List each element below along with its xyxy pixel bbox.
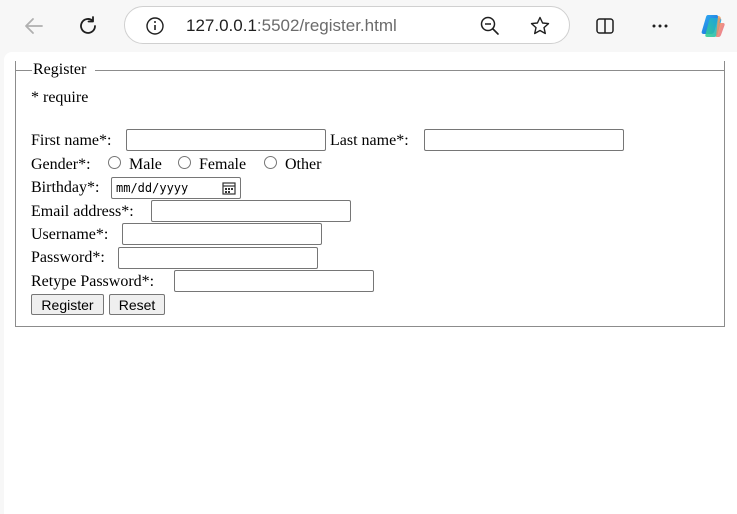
register-button[interactable]: Register	[31, 294, 104, 315]
gender-other-label: Other	[285, 156, 322, 173]
username-input[interactable]	[122, 223, 322, 245]
last-name-label: Last name*:	[330, 132, 409, 149]
email-input[interactable]	[151, 200, 351, 222]
gender-male-label: Male	[129, 156, 162, 173]
back-arrow-icon[interactable]	[18, 10, 50, 42]
email-label: Email address*:	[31, 203, 134, 220]
gender-other-radio[interactable]	[264, 156, 277, 169]
require-note: * require	[31, 89, 89, 106]
refresh-icon[interactable]	[72, 10, 104, 42]
address-bar[interactable]: 127.0.0.1:5502/register.html	[124, 6, 570, 44]
copilot-icon[interactable]	[697, 10, 729, 42]
more-icon[interactable]	[644, 10, 676, 42]
retype-password-label: Retype Password*:	[31, 273, 155, 290]
birthday-label: Birthday*:	[31, 179, 100, 196]
password-input[interactable]	[118, 247, 318, 269]
zoom-out-icon[interactable]	[479, 15, 501, 42]
split-screen-icon[interactable]	[589, 10, 621, 42]
first-name-label: First name*:	[31, 132, 112, 149]
gender-female-radio[interactable]	[178, 156, 191, 169]
birthday-date-input[interactable]: mm/dd/yyyy	[111, 177, 241, 199]
gender-female-label: Female	[199, 156, 247, 173]
password-label: Password*:	[31, 249, 105, 266]
last-name-input[interactable]	[424, 129, 624, 151]
info-icon[interactable]	[145, 16, 165, 41]
register-legend: Register	[33, 61, 87, 78]
calendar-icon[interactable]	[222, 181, 236, 200]
retype-password-input[interactable]	[174, 270, 374, 292]
page-content: Register * require First name*: Last nam…	[4, 52, 737, 514]
gender-male-radio[interactable]	[108, 156, 121, 169]
fieldset-border	[15, 70, 32, 71]
fieldset-border	[95, 70, 725, 71]
first-name-input[interactable]	[126, 129, 326, 151]
url-path: :5502/register.html	[256, 16, 397, 35]
birthday-placeholder: mm/dd/yyyy	[116, 181, 189, 195]
username-label: Username*:	[31, 226, 109, 243]
gender-label: Gender*:	[31, 156, 91, 173]
favorite-star-icon[interactable]	[529, 15, 551, 42]
reset-button[interactable]: Reset	[109, 294, 165, 315]
url-host: 127.0.0.1	[186, 16, 257, 35]
browser-toolbar: 127.0.0.1:5502/register.html	[0, 0, 737, 52]
url-text[interactable]: 127.0.0.1:5502/register.html	[186, 16, 397, 36]
